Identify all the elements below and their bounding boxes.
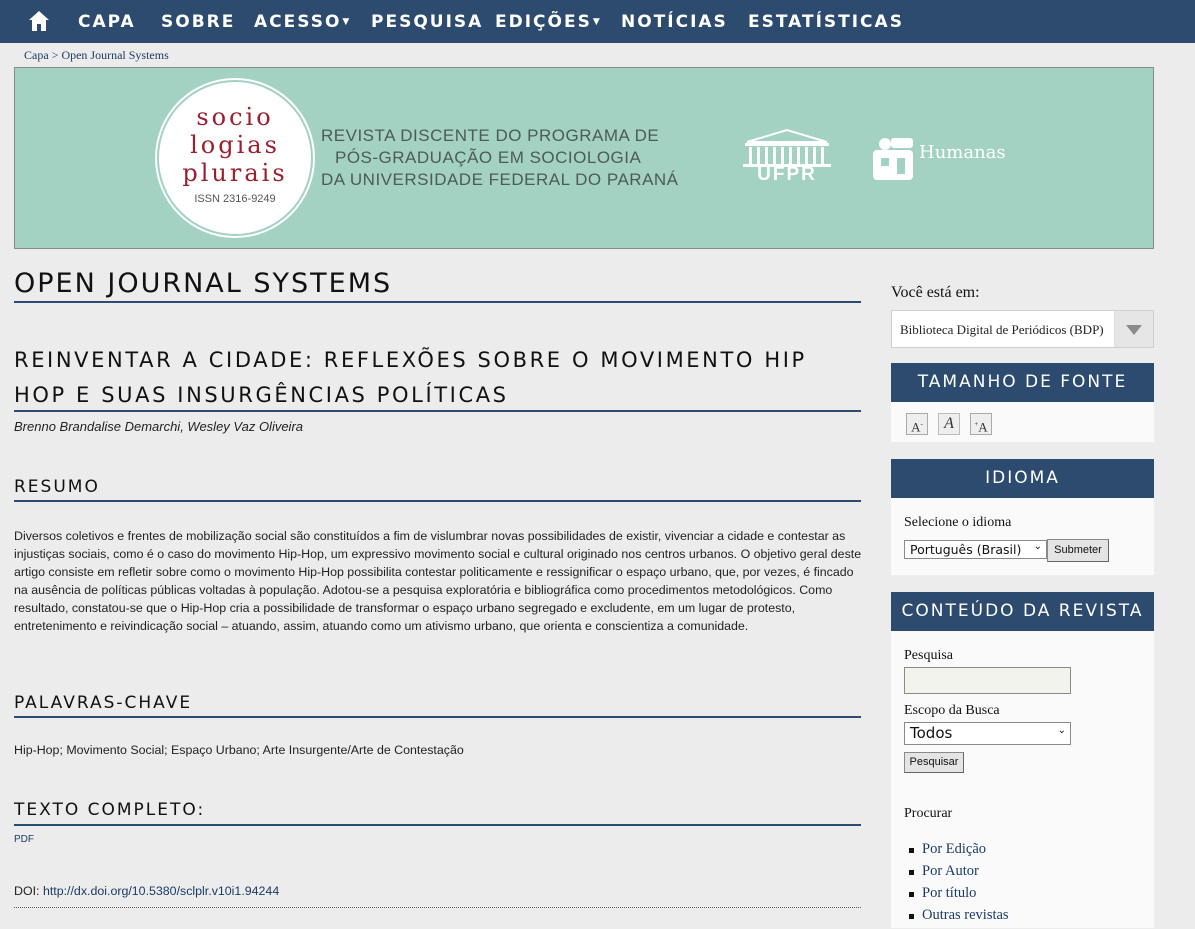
chevron-down-icon: ▼: [342, 17, 352, 27]
nav-item-capa[interactable]: CAPA: [78, 12, 136, 32]
humanas-mark-icon: [873, 138, 913, 180]
font-smaller-icon[interactable]: A-: [906, 413, 928, 435]
fulltext-divider: [14, 824, 861, 826]
browse-by-title-link[interactable]: Por título: [909, 885, 1009, 907]
language-label: Selecione o idioma: [904, 515, 1012, 530]
logo-issn: ISSN 2316-9249: [194, 193, 276, 205]
ufpr-logo: UFPR: [737, 128, 837, 190]
humanas-logo: Humanas: [871, 136, 1011, 186]
font-larger-icon[interactable]: +A: [970, 413, 992, 435]
breadcrumb-home-link[interactable]: Capa: [24, 48, 49, 62]
keywords-divider: [14, 716, 861, 718]
browse-by-author-link[interactable]: Por Autor: [909, 863, 1009, 885]
doi-link[interactable]: http://dx.doi.org/10.5380/sclplr.v10i1.9…: [43, 884, 279, 898]
search-scope-label: Escopo da Busca: [904, 703, 1000, 718]
page-title: OPEN JOURNAL SYSTEMS: [14, 268, 393, 299]
search-input[interactable]: [904, 667, 1071, 694]
breadcrumb: Capa > Open Journal Systems: [24, 48, 169, 63]
search-label: Pesquisa: [904, 648, 953, 663]
search-button[interactable]: Pesquisar: [904, 752, 964, 773]
article-title-divider: [14, 410, 861, 412]
ufpr-label: UFPR: [757, 164, 817, 185]
nav-item-edicoes-label: EDIÇÕES: [495, 12, 592, 32]
font-size-heading: TAMANHO DE FONTE: [891, 363, 1154, 402]
home-icon[interactable]: [28, 10, 50, 32]
article-authors: Brenno Brandalise Demarchi, Wesley Vaz O…: [14, 419, 304, 434]
language-select[interactable]: Português (Brasil) ⌄: [904, 540, 1047, 559]
journal-content-heading: CONTEÚDO DA REVISTA: [891, 592, 1154, 631]
nav-item-acesso-label: ACESSO: [254, 12, 342, 32]
ufpr-building-icon: [743, 128, 831, 167]
nav-item-estatisticas[interactable]: ESTATÍSTICAS: [748, 12, 904, 32]
abstract-heading: RESUMO: [14, 477, 100, 497]
logo-line-3: plurais: [182, 159, 288, 187]
language-heading: IDIOMA: [891, 459, 1154, 498]
nav-item-sobre[interactable]: SOBRE: [161, 12, 235, 32]
browse-by-issue-link[interactable]: Por Edição: [909, 841, 1009, 863]
pdf-link[interactable]: PDF: [14, 834, 34, 845]
humanas-label: Humanas: [919, 142, 1006, 163]
doi-label: DOI:: [14, 884, 40, 898]
browse-label: Procurar: [904, 806, 953, 821]
journal-banner[interactable]: socio logias plurais ISSN 2316-9249 REVI…: [14, 67, 1154, 249]
top-nav: CAPA SOBRE ACESSO▼ PESQUISA EDIÇÕES▼ NOT…: [0, 0, 1195, 43]
chevron-down-icon: ⌄: [1033, 541, 1042, 552]
nav-item-noticias[interactable]: NOTÍCIAS: [621, 12, 728, 32]
search-scope-select[interactable]: Todos ⌄: [904, 722, 1071, 745]
logo-line-1: socio: [196, 103, 274, 131]
font-size-block: TAMANHO DE FONTE: [891, 363, 1154, 442]
journal-logo: socio logias plurais ISSN 2316-9249: [159, 82, 311, 234]
fulltext-heading: TEXTO COMPLETO:: [14, 800, 206, 820]
browse-list: Por Edição Por Autor Por título Outras r…: [909, 841, 1009, 929]
article-title: REINVENTAR A CIDADE: REFLEXÕES SOBRE O M…: [14, 348, 807, 407]
location-select-value: Biblioteca Digital de Periódicos (BDP): [900, 322, 1104, 337]
browse-other-journals-link[interactable]: Outras revistas: [909, 907, 1009, 929]
nav-item-edicoes[interactable]: EDIÇÕES▼: [495, 12, 602, 32]
doi-divider: [14, 907, 861, 908]
chevron-down-icon: ▼: [592, 17, 602, 27]
breadcrumb-separator: >: [51, 48, 59, 62]
banner-tagline-1: REVISTA DISCENTE DO PROGRAMA DE: [321, 126, 660, 145]
location-label: Você está em:: [891, 284, 980, 301]
chevron-down-icon: ⌄: [1057, 725, 1066, 736]
keywords-text: Hip-Hop; Movimento Social; Espaço Urbano…: [14, 743, 464, 757]
font-default-icon[interactable]: A: [938, 413, 960, 435]
keywords-heading: PALAVRAS-CHAVE: [14, 693, 193, 713]
banner-tagline-2: PÓS-GRADUAÇÃO EM SOCIOLOGIA: [335, 148, 642, 167]
abstract-text: Diversos coletivos e frentes de mobiliza…: [14, 529, 862, 633]
title-divider: [14, 301, 861, 303]
logo-line-2: logias: [190, 131, 280, 159]
nav-item-pesquisa[interactable]: PESQUISA: [371, 12, 483, 32]
submit-language-button[interactable]: Submeter: [1047, 539, 1109, 562]
nav-item-acesso[interactable]: ACESSO▼: [254, 12, 351, 32]
chevron-down-icon[interactable]: [1114, 311, 1153, 347]
breadcrumb-current-link[interactable]: Open Journal Systems: [61, 48, 168, 62]
banner-tagline-3: DA UNIVERSIDADE FEDERAL DO PARANÁ: [321, 170, 679, 189]
location-select[interactable]: Biblioteca Digital de Periódicos (BDP): [891, 310, 1154, 348]
search-scope-value: Todos: [910, 724, 953, 742]
doi-line: DOI: http://dx.doi.org/10.5380/sclplr.v1…: [14, 884, 279, 898]
abstract-divider: [14, 500, 861, 502]
language-select-value: Português (Brasil): [910, 542, 1022, 557]
